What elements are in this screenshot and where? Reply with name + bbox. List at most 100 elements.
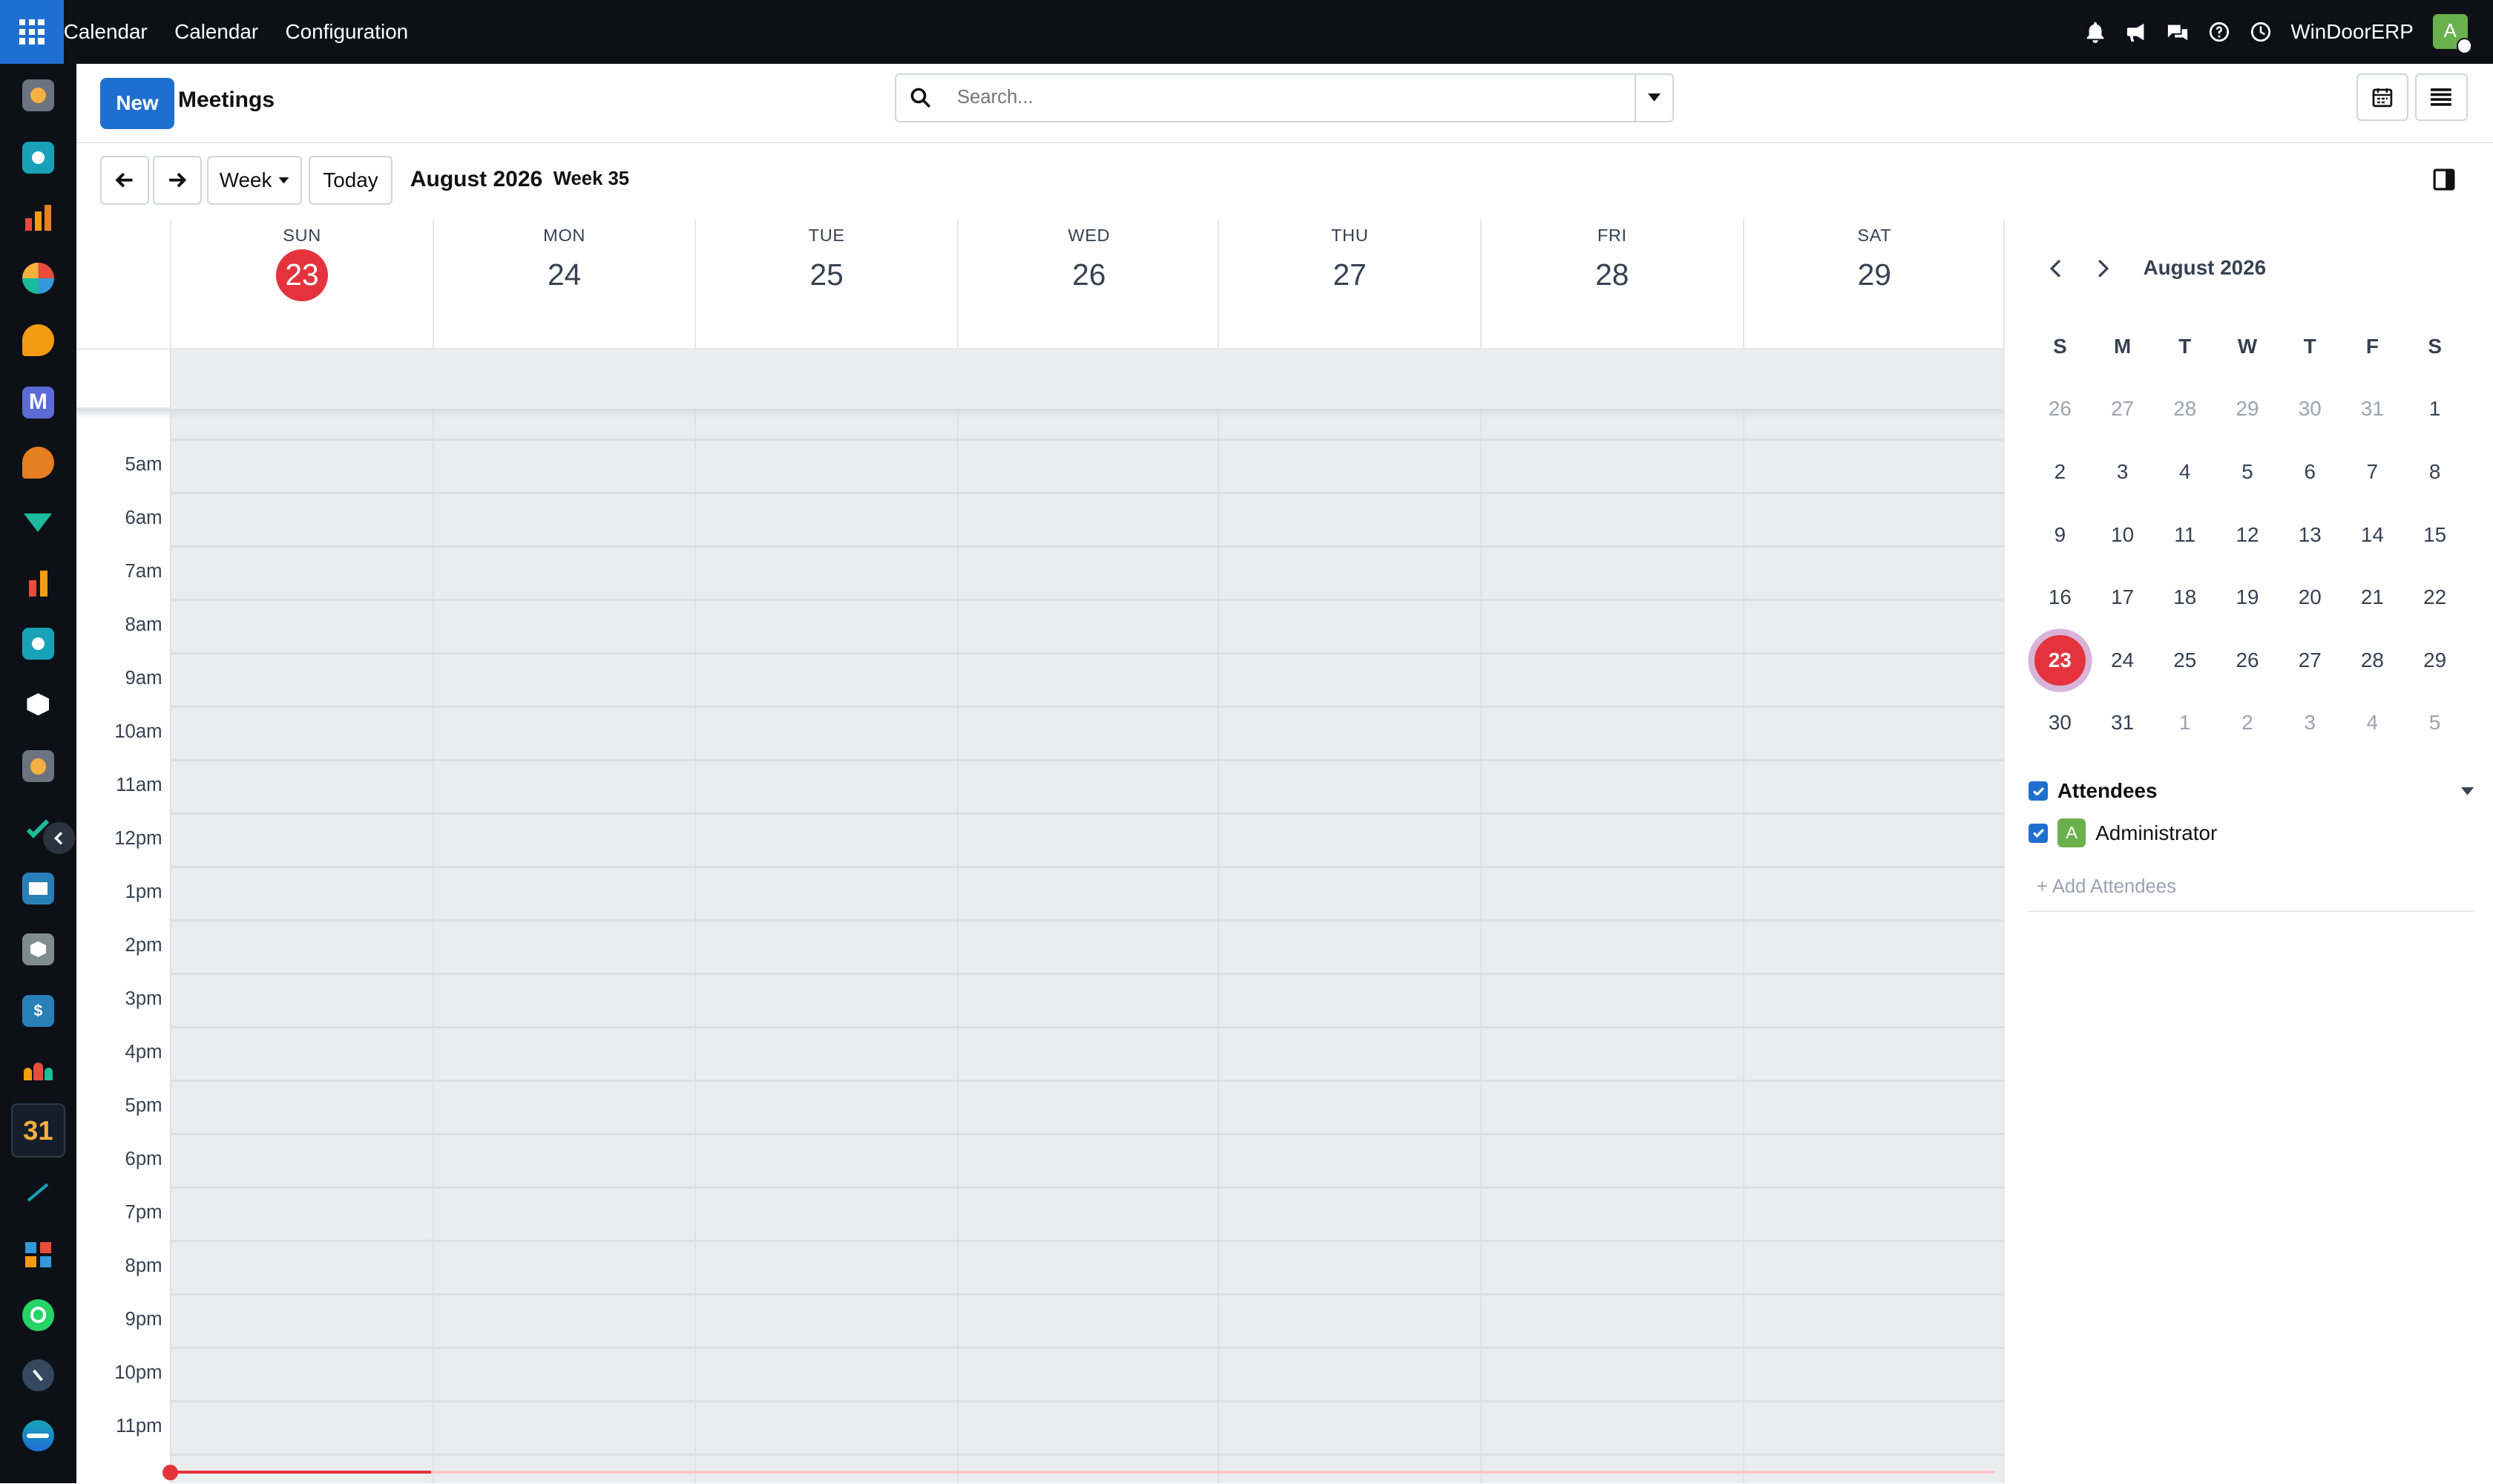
mini-day[interactable]: 15 [2404, 523, 2466, 547]
invoicing-app-icon[interactable]: $ [22, 995, 54, 1028]
contacts-app-icon[interactable] [22, 141, 54, 174]
app-icon-1[interactable] [22, 79, 54, 111]
day-header-fri[interactable]: FRI 28 [1479, 219, 1743, 350]
crm-app-icon[interactable] [22, 508, 54, 539]
mini-prev-button[interactable] [2038, 252, 2073, 286]
mini-day[interactable]: 14 [2341, 523, 2403, 547]
mini-day[interactable]: 29 [2216, 397, 2279, 421]
mini-day[interactable]: 22 [2404, 585, 2466, 609]
day-header-thu[interactable]: THU 27 [1218, 219, 1480, 350]
attendees-all-checkbox[interactable] [2029, 781, 2048, 801]
mini-day[interactable]: 27 [2091, 397, 2153, 421]
mini-day[interactable]: 24 [2091, 649, 2153, 672]
previous-button[interactable] [99, 155, 150, 206]
bell-icon[interactable] [2084, 21, 2106, 43]
calendar-app-icon[interactable]: 31 [11, 1103, 65, 1158]
mini-day[interactable]: 7 [2341, 460, 2403, 484]
website-app-icon[interactable] [22, 1238, 54, 1270]
apps-store-icon[interactable] [22, 933, 54, 965]
mini-day[interactable]: 11 [2154, 523, 2216, 547]
company-name[interactable]: WinDoorERP [2290, 20, 2414, 44]
apps-menu-button[interactable] [0, 0, 64, 64]
mini-day[interactable]: 23 [2029, 634, 2091, 686]
day-header-sun[interactable]: SUN 23 [170, 219, 433, 350]
mini-day[interactable]: 8 [2404, 460, 2466, 484]
mail-app-icon[interactable]: M [22, 386, 54, 418]
timer-app-icon[interactable] [22, 1359, 54, 1391]
mini-day[interactable]: 30 [2279, 397, 2341, 421]
today-button[interactable]: Today [308, 155, 393, 206]
attendee-row[interactable]: A Administrator [2029, 818, 2474, 847]
mini-day[interactable]: 2 [2029, 460, 2091, 484]
mini-day[interactable]: 26 [2216, 649, 2279, 672]
day-column-wed[interactable] [956, 408, 1220, 1484]
sales-app-icon[interactable] [22, 202, 54, 234]
inventory-app-icon[interactable] [22, 689, 54, 720]
mini-day[interactable]: 12 [2216, 523, 2279, 547]
day-column-mon[interactable] [432, 408, 695, 1484]
day-header-tue[interactable]: TUE 25 [694, 219, 957, 350]
dashboard-app-icon[interactable] [22, 262, 54, 295]
clock-icon[interactable] [2250, 21, 2272, 43]
menu-app-calendar[interactable]: Calendar [64, 20, 148, 44]
app-icon-12[interactable] [22, 750, 54, 783]
livechat-app-icon[interactable] [22, 447, 54, 479]
mini-day[interactable]: 3 [2279, 711, 2341, 735]
mini-day[interactable]: 30 [2029, 711, 2091, 735]
day-header-wed[interactable]: WED 26 [956, 219, 1220, 350]
mini-day[interactable]: 9 [2029, 523, 2091, 547]
chat-icon[interactable] [2167, 21, 2189, 43]
mini-day[interactable]: 31 [2341, 397, 2403, 421]
day-column-thu[interactable] [1218, 408, 1480, 1484]
knowledge-app-icon[interactable] [22, 873, 54, 905]
mini-day[interactable]: 28 [2341, 649, 2403, 672]
attendee-checkbox[interactable] [2029, 823, 2048, 843]
mini-day[interactable]: 17 [2091, 585, 2153, 609]
scale-dropdown[interactable]: Week [206, 155, 303, 206]
list-view-button[interactable] [2415, 73, 2468, 121]
add-attendees-input[interactable]: + Add Attendees [2029, 876, 2474, 912]
mini-day[interactable]: 1 [2154, 711, 2216, 735]
employees-app-icon[interactable] [22, 628, 54, 660]
collapse-sidebar-button[interactable] [42, 821, 75, 854]
app-icon-last[interactable] [22, 1419, 54, 1452]
menu-calendar[interactable]: Calendar [174, 20, 258, 44]
day-column-sat[interactable] [1742, 408, 2004, 1484]
mini-day[interactable]: 28 [2154, 397, 2216, 421]
mini-day[interactable]: 29 [2404, 649, 2466, 672]
help-icon[interactable] [2208, 21, 2230, 43]
side-panel-toggle-icon[interactable] [2433, 168, 2455, 191]
day-column-tue[interactable] [694, 408, 957, 1484]
megaphone-icon[interactable] [2126, 21, 2148, 43]
mini-day[interactable]: 20 [2279, 585, 2341, 609]
day-column-fri[interactable] [1479, 408, 1743, 1484]
all-day-slot[interactable] [170, 349, 2004, 409]
discuss-app-icon[interactable] [22, 324, 54, 356]
mini-day[interactable]: 25 [2154, 649, 2216, 672]
mini-day[interactable]: 27 [2279, 649, 2341, 672]
mini-day[interactable]: 21 [2341, 585, 2403, 609]
sign-app-icon[interactable] [22, 1177, 54, 1209]
team-app-icon[interactable] [22, 1056, 54, 1088]
mini-next-button[interactable] [2086, 252, 2121, 286]
mini-day[interactable]: 4 [2341, 711, 2403, 735]
whatsapp-app-icon[interactable] [22, 1298, 54, 1331]
calendar-view-button[interactable] [2356, 73, 2409, 121]
menu-configuration[interactable]: Configuration [286, 20, 409, 44]
reporting-app-icon[interactable] [22, 568, 54, 600]
mini-day[interactable]: 3 [2091, 460, 2153, 484]
new-button[interactable]: New [99, 77, 175, 129]
mini-day[interactable]: 6 [2279, 460, 2341, 484]
mini-day[interactable]: 19 [2216, 585, 2279, 609]
mini-day[interactable]: 18 [2154, 585, 2216, 609]
mini-day[interactable]: 26 [2029, 397, 2091, 421]
mini-day[interactable]: 10 [2091, 523, 2153, 547]
time-grid[interactable]: 5am 6am 7am 8am 9am 10am 11am 12pm 1pm 2pm 3pm 4pm 5… [76, 408, 2004, 1484]
mini-day[interactable]: 5 [2216, 460, 2279, 484]
mini-day[interactable]: 4 [2154, 460, 2216, 484]
mini-day[interactable]: 1 [2404, 397, 2466, 421]
caret-down-icon[interactable] [2461, 787, 2474, 795]
day-header-sat[interactable]: SAT 29 [1742, 219, 2004, 350]
mini-day[interactable]: 31 [2091, 711, 2153, 735]
mini-day[interactable]: 5 [2404, 711, 2466, 735]
